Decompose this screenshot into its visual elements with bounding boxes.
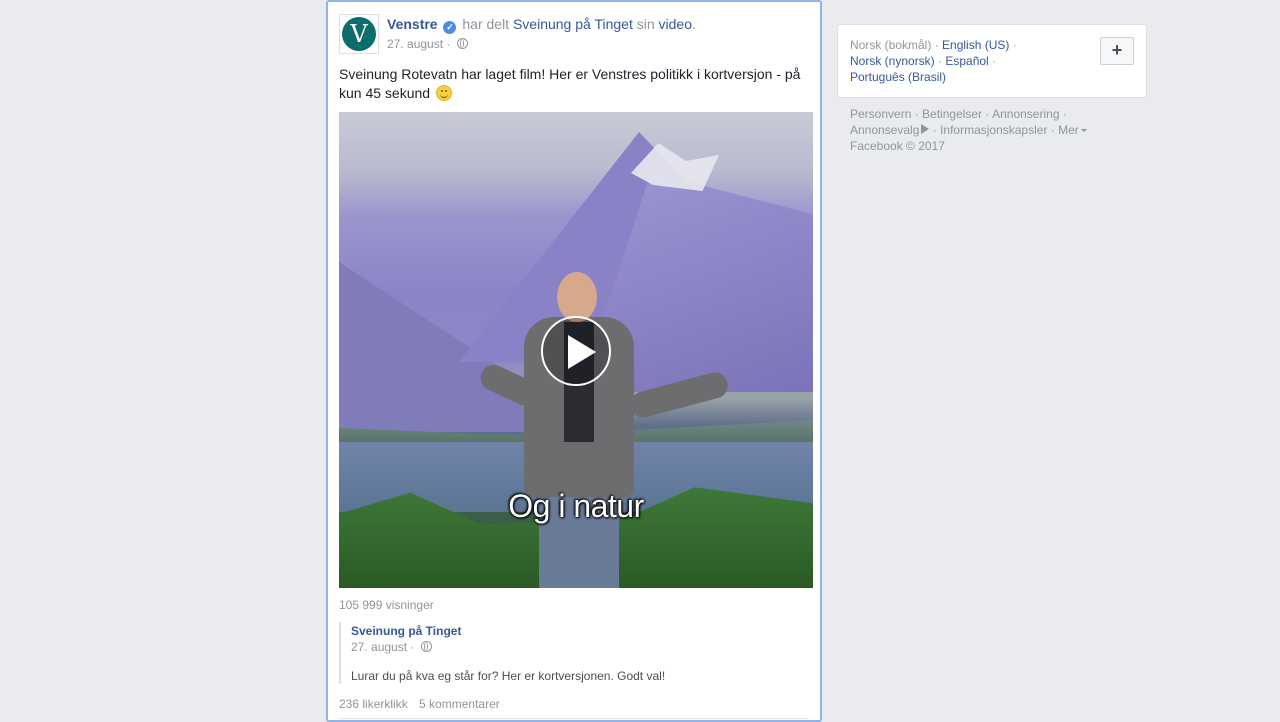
shared-post: Sveinung på Tinget 27. august · Lurar du… [339, 622, 811, 684]
shared-verb: har delt [462, 16, 510, 32]
shared-post-meta: 27. august · [351, 640, 432, 654]
video-player[interactable]: Og i natur [339, 112, 813, 588]
post-headline: Venstre ✓ har delt Sveinung på Tinget si… [387, 16, 696, 34]
video-caption: Og i natur [508, 488, 644, 524]
feed-post: V Venstre ✓ har delt Sveinung på Tinget … [326, 0, 822, 722]
shared-post-date-link[interactable]: 27. august [351, 640, 407, 654]
language-option[interactable]: Norsk (nynorsk) [850, 54, 935, 68]
play-icon [568, 335, 596, 369]
shared-post-text: Lurar du på kva eg står for? Her er kort… [351, 669, 666, 683]
video-link[interactable]: video [659, 16, 692, 32]
comments-count[interactable]: 5 kommentarer [419, 697, 500, 711]
meta-separator: · [407, 640, 418, 654]
headline-period: . [692, 16, 696, 32]
add-language-button[interactable]: + [1100, 37, 1134, 65]
post-divider [339, 718, 809, 719]
footer-link-more[interactable]: Mer [1058, 123, 1079, 137]
post-header: V Venstre ✓ har delt Sveinung på Tinget … [339, 14, 809, 54]
post-stats: 236 likerklikk 5 kommentarer [339, 697, 508, 711]
chevron-down-icon [1080, 129, 1087, 132]
post-body: Sveinung Rotevatn har laget film! Her er… [339, 65, 809, 103]
post-body-text: Sveinung Rotevatn har laget film! Her er… [339, 66, 801, 101]
language-option[interactable]: Português (Brasil) [850, 70, 946, 84]
verified-badge-icon: ✓ [443, 21, 457, 34]
current-language: Norsk (bokmål) [850, 38, 932, 52]
footer-link-advertising[interactable]: Annonsering [992, 107, 1059, 121]
page-avatar[interactable]: V [339, 14, 379, 54]
venstre-logo-icon: V [342, 17, 376, 51]
smiley-emoji-icon [435, 85, 452, 101]
post-date-link[interactable]: 27. august [387, 37, 443, 51]
sidebar-footer: Personvern · Betingelser · Annonsering ·… [850, 106, 1130, 154]
likes-count[interactable]: 236 likerklikk [339, 697, 408, 711]
adchoices-icon [921, 124, 930, 134]
footer-link-adchoices[interactable]: Annonsevalg [850, 123, 919, 137]
copyright: Facebook © 2017 [850, 139, 945, 153]
language-option[interactable]: Español [945, 54, 988, 68]
post-meta: 27. august · [387, 37, 468, 51]
meta-separator: · [443, 37, 454, 51]
play-button[interactable] [541, 316, 611, 386]
footer-link-cookies[interactable]: Informasjonskapsler [940, 123, 1047, 137]
footer-link-terms[interactable]: Betingelser [922, 107, 982, 121]
shared-post-author-link[interactable]: Sveinung på Tinget [351, 624, 461, 638]
globe-icon[interactable] [456, 38, 468, 49]
globe-icon[interactable] [420, 641, 432, 652]
language-option[interactable]: English (US) [942, 38, 1009, 52]
language-selector: Norsk (bokmål) · English (US) · Norsk (n… [837, 24, 1147, 98]
page-name-link[interactable]: Venstre [387, 16, 438, 32]
footer-link-privacy[interactable]: Personvern [850, 107, 911, 121]
view-count: 105 999 visninger [339, 598, 434, 612]
possessive-text: sin [636, 16, 655, 32]
video-person [557, 272, 597, 322]
language-list: Norsk (bokmål) · English (US) · Norsk (n… [850, 38, 1017, 84]
shared-page-link[interactable]: Sveinung på Tinget [513, 16, 633, 32]
svg-text:V: V [349, 20, 368, 48]
